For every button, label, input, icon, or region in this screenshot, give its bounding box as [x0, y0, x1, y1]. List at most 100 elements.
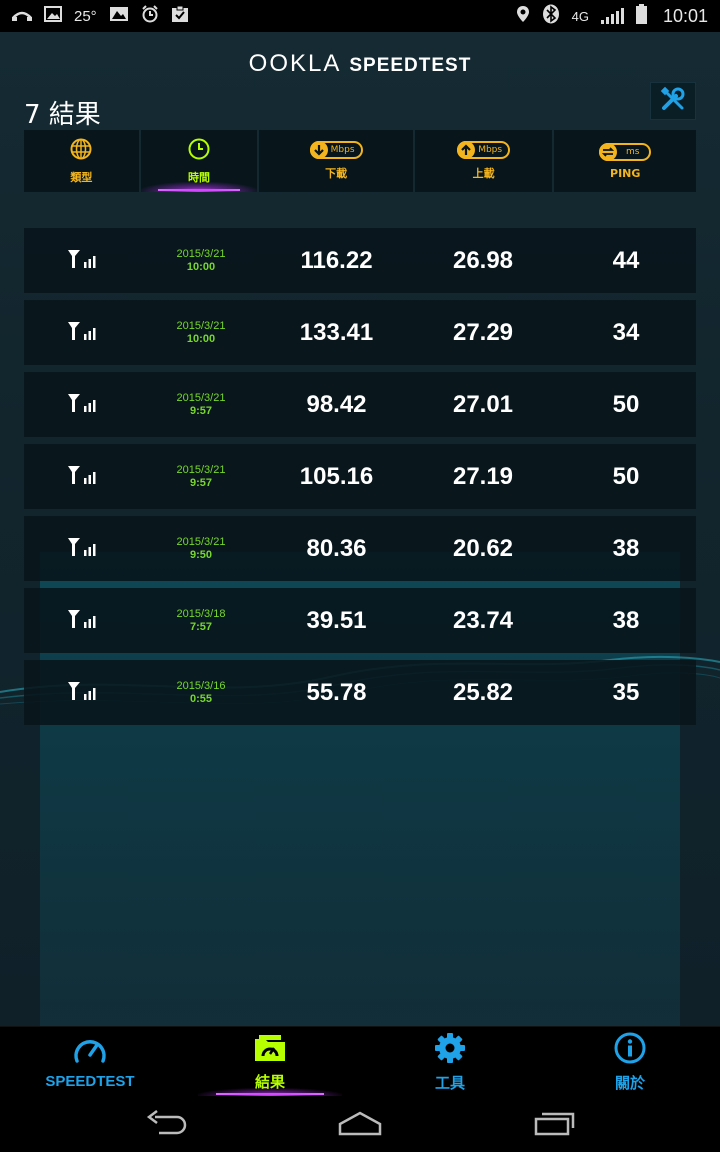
result-ping: 50 [612, 390, 640, 418]
nav-speedtest-label: SPEEDTEST [45, 1073, 135, 1090]
table-row[interactable]: 2015/3/18 7:57 39.51 23.74 38 [24, 588, 696, 653]
result-upload: 20.62 [452, 534, 514, 562]
result-upload: 27.01 [452, 390, 514, 418]
result-ping: 44 [612, 246, 640, 274]
column-ping[interactable]: ms PING [554, 130, 696, 192]
clock-text: 10:01 [662, 5, 708, 26]
back-button[interactable] [68, 1109, 263, 1141]
recent-apps-button[interactable] [458, 1110, 653, 1140]
column-upload[interactable]: Mbps 上載 [414, 130, 553, 192]
results-count-title: 7 結果 [24, 100, 101, 130]
result-date: 2015/3/16 [176, 680, 226, 692]
result-download: 55.78 [306, 678, 367, 706]
app-brand: OOKLA SPEEDTEST [0, 50, 720, 78]
cellular-signal-icon [67, 679, 97, 707]
results-list: 2015/3/21 10:00 116.22 26.98 44 2015/3/21… [24, 228, 696, 732]
nav-about-label: 關於 [614, 1075, 645, 1092]
speedometer-icon [73, 1035, 107, 1069]
result-time: 9:50 [189, 549, 213, 561]
nav-results-label: 結果 [254, 1074, 285, 1091]
results-folder-icon [253, 1033, 287, 1067]
result-upload: 23.74 [452, 606, 514, 634]
cellular-signal-icon [67, 391, 97, 419]
column-time[interactable]: 時間 [140, 130, 258, 192]
column-type-label: 類型 [70, 170, 93, 184]
result-upload: 27.29 [452, 318, 514, 346]
result-time: 10:00 [186, 261, 216, 273]
tools-button[interactable] [650, 82, 696, 120]
table-row[interactable]: 2015/3/21 10:00 116.22 26.98 44 [24, 228, 696, 293]
result-time: 9:57 [189, 477, 213, 489]
upload-arrow-icon [457, 141, 476, 159]
image-icon [44, 6, 62, 26]
download-unit: Mbps [330, 145, 355, 155]
upload-unit-badge: Mbps [457, 141, 511, 159]
wrench-screwdriver-icon [660, 86, 686, 116]
status-bar: 25° 4G 10:01 [0, 0, 720, 32]
recent-apps-icon [533, 1110, 577, 1140]
brand-speedtest: SPEEDTEST [349, 55, 472, 76]
result-ping: 38 [612, 606, 640, 634]
results-column-header: 類型 時間 Mbps 下載 Mbps 上載 ms PING [24, 130, 696, 192]
cellular-signal-icon [67, 607, 97, 635]
result-download: 105.16 [299, 462, 374, 490]
table-row[interactable]: 2015/3/21 9:57 98.42 27.01 50 [24, 372, 696, 437]
column-download-label: 下載 [325, 167, 348, 180]
result-date: 2015/3/18 [176, 608, 226, 620]
app-content: OOKLA SPEEDTEST 7 結果 類型 時間 Mbps 下載 Mbps … [0, 32, 720, 1026]
signal-strength-icon [600, 8, 624, 24]
column-download[interactable]: Mbps 下載 [259, 130, 413, 192]
table-row[interactable]: 2015/3/16 0:55 55.78 25.82 35 [24, 660, 696, 725]
result-upload: 27.19 [452, 462, 514, 490]
cellular-signal-icon [67, 319, 97, 347]
result-ping: 34 [612, 318, 640, 346]
result-download: 133.41 [299, 318, 374, 346]
clipboard-check-icon [171, 5, 189, 27]
globe-icon [70, 138, 92, 163]
result-date: 2015/3/21 [176, 392, 226, 404]
result-time: 7:57 [189, 621, 213, 633]
brand-ookla: OOKLA [248, 50, 342, 77]
download-unit-badge: Mbps [309, 141, 363, 159]
system-navigation-bar [0, 1098, 720, 1152]
result-date: 2015/3/21 [176, 464, 226, 476]
result-date: 2015/3/21 [176, 248, 226, 260]
battery-icon [635, 4, 647, 28]
result-download: 39.51 [306, 606, 367, 634]
clock-icon [188, 138, 210, 163]
download-arrow-icon [309, 141, 328, 159]
location-icon [516, 5, 530, 27]
missed-call-icon [12, 6, 32, 26]
result-ping: 50 [612, 462, 640, 490]
nav-results[interactable]: 結果 [180, 1027, 360, 1098]
nav-about[interactable]: 關於 [540, 1027, 720, 1098]
alarm-icon [141, 5, 159, 27]
back-arrow-icon [143, 1109, 187, 1141]
home-button[interactable] [263, 1110, 458, 1140]
result-upload: 26.98 [452, 246, 514, 274]
home-icon [337, 1110, 383, 1140]
network-type-text: 4G [571, 8, 589, 24]
table-row[interactable]: 2015/3/21 9:57 105.16 27.19 50 [24, 444, 696, 509]
result-date: 2015/3/21 [176, 320, 226, 332]
result-upload: 25.82 [452, 678, 514, 706]
result-download: 98.42 [306, 390, 367, 418]
table-row[interactable]: 2015/3/21 10:00 133.41 27.29 34 [24, 300, 696, 365]
nav-tools[interactable]: 工具 [360, 1027, 540, 1098]
result-time: 9:57 [189, 405, 213, 417]
nav-tools-label: 工具 [434, 1075, 465, 1092]
gear-icon [434, 1032, 466, 1068]
table-row[interactable]: 2015/3/21 9:50 80.36 20.62 38 [24, 516, 696, 581]
ping-icon [598, 142, 617, 161]
cellular-signal-icon [67, 463, 97, 491]
column-ping-label: PING [610, 166, 641, 180]
result-time: 0:55 [189, 693, 213, 705]
column-time-label: 時間 [187, 170, 210, 184]
upload-unit: Mbps [478, 145, 503, 155]
cellular-signal-icon [67, 535, 97, 563]
gallery-icon [109, 6, 129, 26]
info-icon [614, 1032, 646, 1068]
nav-speedtest[interactable]: SPEEDTEST [0, 1027, 180, 1098]
result-time: 10:00 [186, 333, 216, 345]
column-type[interactable]: 類型 [24, 130, 139, 192]
